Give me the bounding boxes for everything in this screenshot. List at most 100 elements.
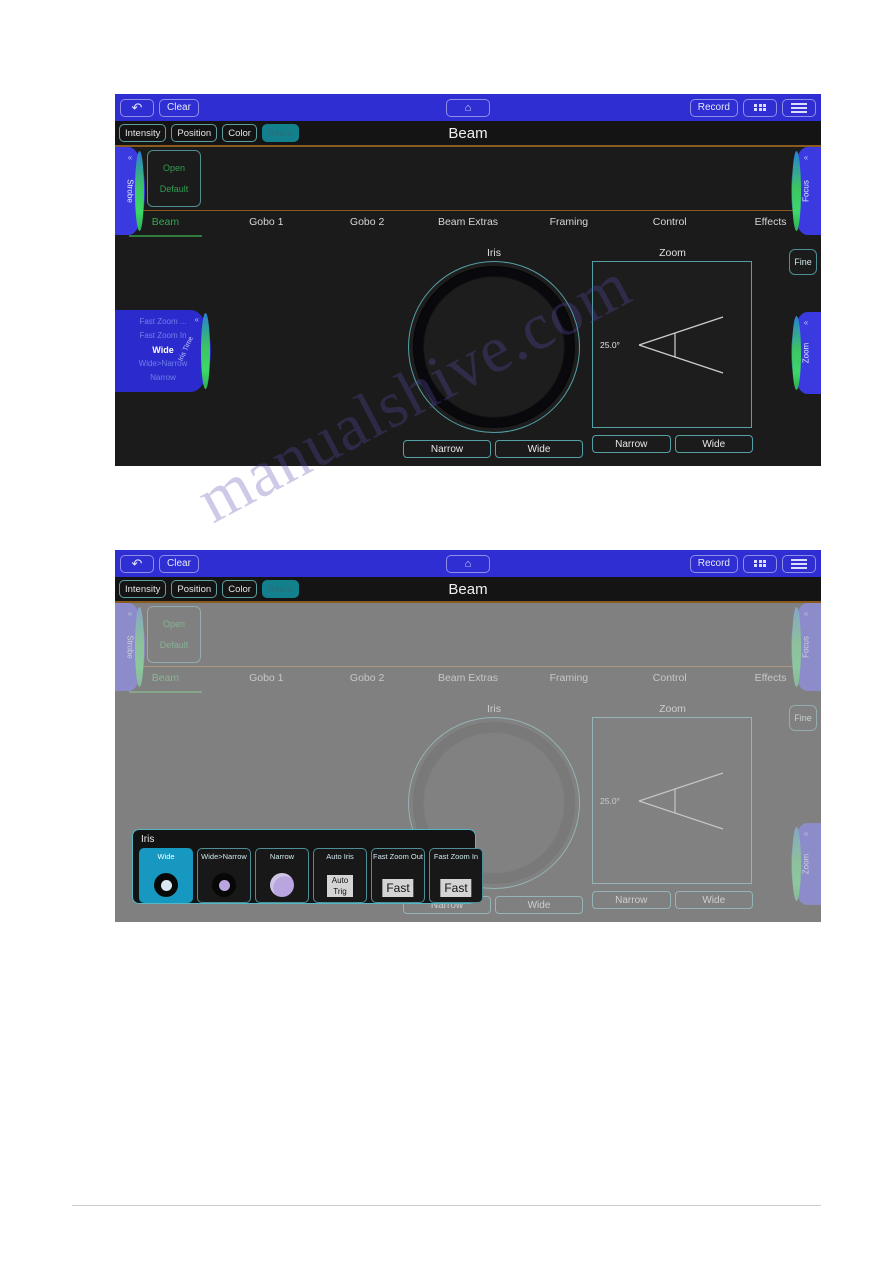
iris-blade-inner xyxy=(388,241,600,453)
iris-option-label: Narrow xyxy=(269,852,295,861)
chevron-left-icon: « xyxy=(194,315,199,324)
iris-wide-button[interactable]: Wide xyxy=(495,896,583,914)
open-label: Open xyxy=(162,162,186,173)
open-default-box[interactable]: Open Default xyxy=(147,150,201,207)
home-icon[interactable]: ⌂ xyxy=(446,554,490,573)
zoom-title: Zoom xyxy=(659,703,686,715)
iris-narrow-icon xyxy=(270,873,294,897)
iris-wide-icon xyxy=(154,873,178,897)
beam-tab-row: Beam Gobo 1 Gobo 2 Beam Extras Framing C… xyxy=(115,210,821,240)
tab-beam[interactable]: Beam xyxy=(261,580,299,598)
iris-option-wide[interactable]: Wide xyxy=(139,848,193,903)
iris-title: Iris xyxy=(487,247,501,259)
page-title: Beam xyxy=(448,580,488,598)
undo-arrow-icon[interactable]: ↶ xyxy=(120,554,154,573)
beam-page-body: « Strobe « Focus « Zoom Open Default Bea… xyxy=(115,147,821,466)
encoder-item-selected[interactable]: Wide xyxy=(115,343,211,357)
tab-beam[interactable]: Beam xyxy=(261,124,299,142)
tab-framing[interactable]: Framing xyxy=(518,216,619,237)
wheel-arc xyxy=(792,827,801,901)
undo-arrow-icon[interactable]: ↶ xyxy=(120,98,154,117)
zoom-widget: Zoom 25.0° Narrow Wide xyxy=(592,247,753,453)
clear-button[interactable]: Clear xyxy=(159,98,199,117)
wheel-label-strobe: Strobe xyxy=(125,635,135,659)
toolbar-right-group: Record xyxy=(689,554,816,573)
grid-icon[interactable] xyxy=(743,554,777,573)
hamburger-menu-icon[interactable] xyxy=(782,554,816,573)
iris-option-label: Fast Zoom In xyxy=(433,852,479,861)
console-screenshot-bottom: ↶ Clear ⌂ Record Intensity Position Colo… xyxy=(115,550,821,922)
default-label: Default xyxy=(159,640,189,651)
encoder-wheel-focus[interactable]: « Focus xyxy=(791,603,821,691)
tab-control[interactable]: Control xyxy=(619,672,720,693)
wheel-label-strobe: Strobe xyxy=(125,179,135,203)
beam-page-body: « Strobe « Focus « Zoom Open Default Bea… xyxy=(115,603,821,922)
tab-framing[interactable]: Framing xyxy=(518,672,619,693)
chevron-left-icon: « xyxy=(803,318,809,327)
wheel-arc xyxy=(792,607,801,687)
chip-line-1: Auto xyxy=(327,875,353,886)
wheel-label-focus: Focus xyxy=(801,180,811,202)
wheel-arc xyxy=(201,313,210,389)
tab-control[interactable]: Control xyxy=(619,216,720,237)
encoder-wheel-focus[interactable]: « Focus xyxy=(791,147,821,235)
iris-option-narrow[interactable]: Narrow xyxy=(255,848,309,903)
tab-beam-extras[interactable]: Beam Extras xyxy=(418,216,519,237)
wheel-arc xyxy=(792,316,801,390)
tab-gobo-2[interactable]: Gobo 2 xyxy=(317,216,418,237)
auto-trig-chip-icon: Auto Trig xyxy=(327,875,353,897)
encoder-item[interactable]: Fast Zoom In xyxy=(115,329,211,343)
zoom-wide-button[interactable]: Wide xyxy=(674,891,753,909)
zoom-narrow-button[interactable]: Narrow xyxy=(592,435,671,453)
tab-gobo-1[interactable]: Gobo 1 xyxy=(216,216,317,237)
iris-option-fast-zoom-out[interactable]: Fast Zoom Out Fast xyxy=(371,848,425,903)
tab-beam-extras[interactable]: Beam Extras xyxy=(418,672,519,693)
home-icon[interactable]: ⌂ xyxy=(446,98,490,117)
iris-selection-popup: Iris Wide Wide>Narrow Narrow Auto Iris A… xyxy=(132,829,483,904)
iris-option-fast-zoom-in[interactable]: Fast Zoom In Fast xyxy=(429,848,483,903)
iris-option-wide-to-narrow[interactable]: Wide>Narrow xyxy=(197,848,251,903)
attribute-toolbar: Intensity Position Color Beam Beam xyxy=(115,121,821,147)
clear-button[interactable]: Clear xyxy=(159,554,199,573)
fine-button[interactable]: Fine xyxy=(789,249,817,275)
tab-position[interactable]: Position xyxy=(171,124,218,142)
hamburger-menu-icon[interactable] xyxy=(782,98,816,117)
top-toolbar: ↶ Clear ⌂ Record xyxy=(115,550,821,577)
fast-chip-icon: Fast xyxy=(440,879,472,897)
grid-icon[interactable] xyxy=(743,98,777,117)
tab-intensity[interactable]: Intensity xyxy=(119,580,167,598)
tab-gobo-2[interactable]: Gobo 2 xyxy=(317,672,418,693)
record-button[interactable]: Record xyxy=(689,554,738,573)
chevron-left-icon: « xyxy=(803,609,809,618)
encoder-wheel-zoom[interactable]: « Zoom xyxy=(791,823,821,905)
record-button[interactable]: Record xyxy=(689,98,738,117)
zoom-button-row: Narrow Wide xyxy=(592,891,753,909)
iris-narrow-button[interactable]: Narrow xyxy=(403,440,491,458)
encoder-wheel-strobe[interactable]: « Strobe xyxy=(115,603,145,691)
iris-option-label: Wide xyxy=(157,852,175,861)
encoder-item[interactable]: Narrow xyxy=(115,371,211,385)
beam-tab-row: Beam Gobo 1 Gobo 2 Beam Extras Framing C… xyxy=(115,666,821,696)
tab-gobo-1[interactable]: Gobo 1 xyxy=(216,672,317,693)
tab-position[interactable]: Position xyxy=(171,580,218,598)
iris-wide-button[interactable]: Wide xyxy=(495,440,583,458)
tab-intensity[interactable]: Intensity xyxy=(119,124,167,142)
encoder-value-popup[interactable]: Fast Zoom ... Fast Zoom In Wide Wide>Nar… xyxy=(115,310,211,392)
tab-color[interactable]: Color xyxy=(222,124,257,142)
encoder-item[interactable]: Wide>Narrow xyxy=(115,357,211,371)
open-default-box[interactable]: Open Default xyxy=(147,606,201,663)
page-root: ↶ Clear ⌂ Record Intensity Position Colo… xyxy=(0,0,893,1263)
zoom-beam-display[interactable]: 25.0° xyxy=(592,717,752,884)
iris-dial[interactable] xyxy=(388,241,600,453)
zoom-wide-button[interactable]: Wide xyxy=(674,435,753,453)
zoom-narrow-button[interactable]: Narrow xyxy=(592,891,671,909)
fine-button[interactable]: Fine xyxy=(789,705,817,731)
attribute-toolbar: Intensity Position Color Beam Beam xyxy=(115,577,821,603)
page-divider xyxy=(72,1205,821,1206)
iris-option-auto-iris[interactable]: Auto Iris Auto Trig xyxy=(313,848,367,903)
tab-color[interactable]: Color xyxy=(222,580,257,598)
zoom-beam-display[interactable]: 25.0° xyxy=(592,261,752,428)
iris-option-label: Wide>Narrow xyxy=(201,852,247,861)
encoder-wheel-zoom[interactable]: « Zoom xyxy=(791,312,821,394)
encoder-wheel-strobe[interactable]: « Strobe xyxy=(115,147,145,235)
